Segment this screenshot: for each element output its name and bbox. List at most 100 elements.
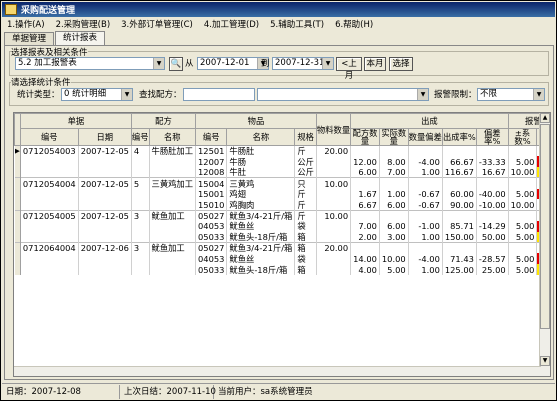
select-button[interactable]: 选择 xyxy=(389,57,413,71)
cell-dev-rate xyxy=(476,145,509,157)
cell-date xyxy=(78,221,132,232)
filter-section-title: 请选择统计条件 xyxy=(11,76,71,88)
recipe-search-input[interactable] xyxy=(183,88,255,101)
menu-purchase[interactable]: 2.采购管理(B) xyxy=(51,18,117,30)
title-bar: 采购配送管理 xyxy=(2,2,555,17)
cell-material-qty: 10.00 xyxy=(316,209,352,222)
col-recipe-no[interactable]: 编号 xyxy=(130,128,150,146)
menu-operate[interactable]: 1.操作(A) xyxy=(2,18,51,30)
scroll-thumb[interactable] xyxy=(540,124,550,329)
to-date-picker[interactable]: 2007-12-31 ▼ xyxy=(272,57,334,70)
cell-spec: 箱 xyxy=(294,264,317,276)
menu-external-orders[interactable]: 3.外部订单管理(C) xyxy=(116,18,199,30)
report-grid[interactable]: 单据 配方 物品 物料数量 出成 报警 编号 日期 编号 名称 编号 名称 规格… xyxy=(13,112,551,377)
col-doc-no[interactable]: 编号 xyxy=(19,128,79,146)
cell-spec: 公斤 xyxy=(294,167,317,178)
table-row[interactable]: 12008牛肚公斤6.007.001.00116.6716.6710.00偏大 xyxy=(14,167,550,178)
report-select-value: 5.2 加工报警表 xyxy=(18,58,77,68)
menu-processing[interactable]: 4.加工管理(D) xyxy=(199,18,265,30)
cell-spec: 箱 xyxy=(294,231,317,243)
cell-recipe-no: 3 xyxy=(131,242,150,254)
cell-date xyxy=(78,231,132,243)
app-window: 采购配送管理 1.操作(A) 2.采购管理(B) 3.外部订单管理(C) 4.加… xyxy=(0,0,557,401)
chevron-down-icon: ▼ xyxy=(417,89,428,100)
table-row[interactable]: 0712064004 2007-12-06 3 鱿鱼加工 05027 鱿鱼3/4-21斤/… xyxy=(14,242,550,254)
table-row[interactable]: 0712054004 2007-12-05 5 三黄鸡加工 15004 三黄鸡只 10.00 xyxy=(14,177,550,189)
material-qty-header[interactable]: 物料数量 xyxy=(315,113,352,146)
col-item-name[interactable]: 名称 xyxy=(226,128,296,146)
cell-recipe-name xyxy=(149,253,197,265)
col-qty-dev[interactable]: 数量偏差 xyxy=(407,128,443,146)
alarm-limit-label: 报警限制： xyxy=(434,90,477,100)
tab-reports[interactable]: 统计报表 xyxy=(55,31,106,45)
col-coef[interactable]: ±系数% xyxy=(507,128,538,146)
menu-help[interactable]: 6.帮助(H) xyxy=(330,18,379,30)
cell-coef xyxy=(508,242,538,254)
cell-actual-qty: 7.00 xyxy=(379,167,409,178)
col-spec[interactable]: 规格 xyxy=(294,128,317,146)
cell-out-rate xyxy=(442,242,477,254)
col-dev-rate[interactable]: 偏差率% xyxy=(475,128,509,146)
col-out-rate[interactable]: 出成率% xyxy=(441,128,477,146)
prev-month-button[interactable]: <上月 xyxy=(336,57,362,81)
col-recipe-name[interactable]: 名称 xyxy=(148,128,197,146)
cell-item-name: 鱿鱼3/4-21斤/箱 xyxy=(226,209,296,222)
cell-item-name: 牛肚 xyxy=(226,167,296,178)
table-row[interactable]: 04053鱿鱼丝袋7.006.00-1.0085.71-14.295.00偏小 xyxy=(14,221,550,232)
status-last-close: 上次日结：2007-11-10 xyxy=(120,384,216,399)
table-row[interactable]: 15001鸡翅斤1.671.00-0.6760.00-40.005.00偏小 xyxy=(14,188,550,200)
from-date-picker[interactable]: 2007-12-01 ▼ xyxy=(197,57,269,70)
col-plan-qty[interactable]: 配方数量 xyxy=(350,128,380,146)
report-preview-button[interactable]: 🔍 xyxy=(169,57,183,71)
col-date[interactable]: 日期 xyxy=(77,128,132,146)
cell-recipe-name xyxy=(149,221,197,232)
status-bar: 日期：2007-12-08 上次日结：2007-11-10 当前用户：sa系统管… xyxy=(2,383,555,399)
menu-tools[interactable]: 5.辅助工具(T) xyxy=(265,18,330,30)
cell-qty-dev: -4.00 xyxy=(408,156,443,168)
cell-dev-rate: -14.29 xyxy=(476,221,509,232)
scroll-down-icon[interactable]: ▼ xyxy=(540,356,550,366)
cell-coef: 5.00 xyxy=(508,156,538,168)
cell-item-name: 鱿鱼丝 xyxy=(226,221,296,232)
cell-plan-qty: 2.00 xyxy=(350,231,380,243)
cell-doc-no: 0712054005 xyxy=(20,209,79,222)
cell-material-qty xyxy=(316,253,352,265)
col-actual-qty[interactable]: 实际数量 xyxy=(378,128,409,146)
alarm-limit-select[interactable]: 不限 ▼ xyxy=(477,88,545,101)
table-row[interactable]: 04053鱿鱼丝袋14.0010.00-4.0071.43-28.575.00偏… xyxy=(14,253,550,265)
cell-coef: 5.00 xyxy=(508,264,538,276)
cell-recipe-no xyxy=(131,199,150,211)
cell-recipe-name: 三黄鸡加工 xyxy=(149,177,197,189)
table-row[interactable]: 0712054005 2007-12-05 3 鱿鱼加工 05027 鱿鱼3/4-21斤/… xyxy=(14,209,550,222)
row-indicator[interactable]: ▶ xyxy=(14,145,21,157)
from-date-value: 2007-12-01 xyxy=(200,58,250,68)
cell-doc-no xyxy=(20,253,79,265)
cell-item-no: 15001 xyxy=(195,188,228,200)
cell-out-rate xyxy=(442,177,477,189)
table-row[interactable]: 05033 鱿鱼头-18斤/箱箱 4.00 5.00 1.00 125.00 25.00 5.… xyxy=(14,264,550,276)
tab-documents[interactable]: 单据管理 xyxy=(4,32,55,45)
cell-item-name: 三黄鸡 xyxy=(226,177,296,189)
scroll-up-icon[interactable]: ▲ xyxy=(540,113,550,123)
cell-material-qty xyxy=(316,188,352,200)
table-row[interactable]: 05033 鱿鱼头-18斤/箱箱 2.00 3.00 1.00 150.00 50.00 5.… xyxy=(14,231,550,243)
table-row[interactable]: 12007牛肠公斤12.008.00-4.0066.67-33.335.00偏小 xyxy=(14,156,550,168)
recipe-select[interactable]: ▼ xyxy=(257,88,429,101)
to-label: 到 xyxy=(261,59,270,69)
table-row[interactable]: 15010鸡胸肉斤6.676.00-0.6790.00-10.0010.00正常 xyxy=(14,199,550,211)
doc-group-header: 单据 xyxy=(19,113,132,129)
cell-recipe-no xyxy=(131,188,150,200)
report-select[interactable]: 5.2 加工报警表 ▼ xyxy=(15,57,165,70)
col-item-no[interactable]: 编号 xyxy=(195,128,228,146)
cell-actual-qty: 6.00 xyxy=(379,199,409,211)
table-row[interactable]: ▶ 0712054003 2007-12-05 4 牛肠肚加工 12501 牛肠肚斤 20.0… xyxy=(14,145,550,157)
cell-actual-qty: 5.00 xyxy=(379,264,409,276)
cell-coef: 5.00 xyxy=(508,231,538,243)
stat-type-select[interactable]: 0 统计明细 ▼ xyxy=(61,88,133,101)
window-title: 采购配送管理 xyxy=(21,6,76,16)
cell-doc-no xyxy=(20,167,79,178)
this-month-button[interactable]: 本月 xyxy=(364,57,386,71)
cell-actual-qty xyxy=(379,209,409,222)
horizontal-scrollbar[interactable] xyxy=(14,366,541,376)
vertical-scrollbar[interactable]: ▲ ▼ xyxy=(539,113,550,376)
